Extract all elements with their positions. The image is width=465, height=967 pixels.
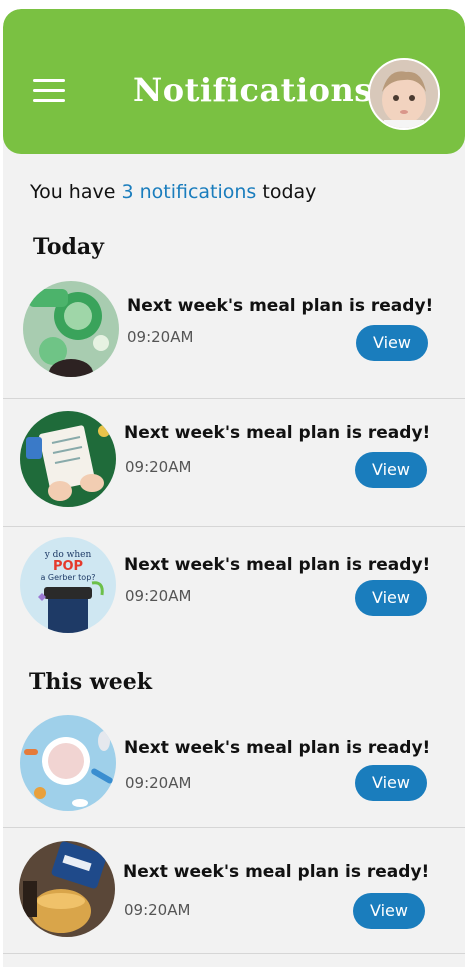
thumbnail-image [20, 411, 116, 507]
svg-text:POP: POP [53, 559, 83, 574]
notification-time: 09:20AM [125, 458, 192, 476]
notification-time: 09:20AM [125, 587, 192, 605]
notification-item[interactable]: Next week's meal plan is ready! 09:20AM … [3, 703, 465, 828]
summary-count: 3 notifications [121, 181, 257, 203]
baby-avatar-image [370, 60, 438, 128]
notification-item[interactable]: Next week's meal plan is ready! 09:20AM … [3, 399, 465, 527]
notification-item[interactable]: y do when POP a Gerber top? Next week's … [3, 527, 465, 645]
view-button[interactable]: View [356, 325, 428, 361]
notification-time: 09:20AM [125, 774, 192, 792]
section-this-week: This week [29, 669, 152, 695]
section-today: Today [33, 234, 104, 260]
view-button[interactable]: View [355, 765, 427, 801]
notification-summary: You have 3 notifications today [30, 181, 316, 203]
notification-title: Next week's meal plan is ready! [124, 423, 431, 443]
thumbnail-image [19, 841, 115, 937]
avatar[interactable] [368, 58, 440, 130]
notification-title: Next week's meal plan is ready! [124, 738, 431, 758]
svg-text:a Gerber top?: a Gerber top? [40, 573, 95, 582]
notification-time: 09:20AM [124, 901, 191, 919]
hamburger-menu-icon[interactable] [33, 79, 67, 103]
notification-title: Next week's meal plan is ready! [127, 296, 434, 316]
summary-suffix: today [256, 181, 317, 203]
app-screen: Notifications You have 3 notifications t… [3, 9, 465, 967]
thumbnail-image: y do when POP a Gerber top? [20, 537, 116, 633]
app-header: Notifications [3, 9, 465, 154]
notification-title: Next week's meal plan is ready! [123, 862, 430, 882]
thumbnail-image [20, 715, 116, 811]
notification-title: Next week's meal plan is ready! [124, 555, 431, 575]
view-button[interactable]: View [355, 452, 427, 488]
notification-item[interactable]: Next week's meal plan is ready! 09:20AM … [3, 271, 465, 399]
notification-item[interactable]: Next week's meal plan is ready! 09:20AM … [3, 829, 465, 954]
summary-prefix: You have [30, 181, 122, 203]
view-button[interactable]: View [353, 893, 425, 929]
thumbnail-image [23, 281, 119, 377]
view-button[interactable]: View [355, 580, 427, 616]
page-title: Notifications [133, 71, 373, 109]
notification-time: 09:20AM [127, 328, 194, 346]
